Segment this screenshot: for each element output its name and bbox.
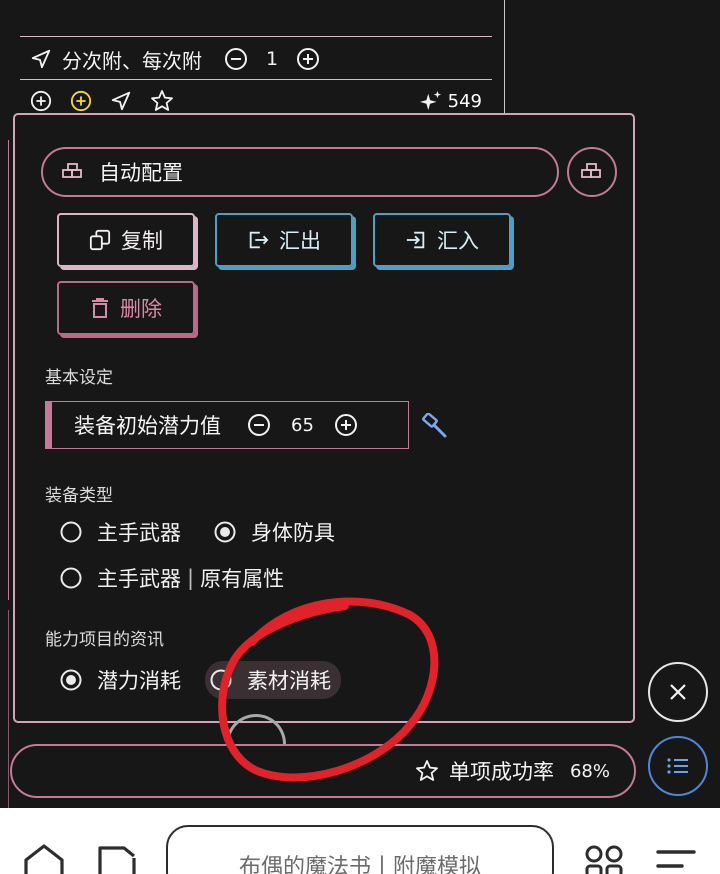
url-text: 布偶的魔法书丨附魔模拟 (238, 855, 481, 874)
grid-icon[interactable] (584, 844, 624, 874)
radio-unchecked-icon (59, 566, 83, 590)
close-icon (668, 682, 688, 702)
toolbar-row: 549 (30, 88, 482, 114)
minus-circle-icon[interactable] (224, 47, 248, 71)
radio-label: 主手武器 (97, 567, 181, 591)
star-icon (415, 759, 439, 783)
equip-type-row: 主手武器 身体防具 (59, 517, 335, 547)
copy-label: 复制 (121, 229, 163, 253)
preset-button[interactable] (567, 147, 617, 197)
basic-settings-title: 基本设定 (45, 368, 113, 388)
browser-toolbar: 布偶的魔法书丨附魔模拟 (0, 808, 720, 874)
radio-material-cost[interactable]: 素材消耗 (205, 661, 341, 699)
star-icon[interactable] (150, 89, 174, 113)
import-button[interactable]: 汇入 (373, 213, 511, 267)
minus-circle-icon[interactable] (247, 413, 271, 437)
initial-potential-value: 65 (291, 414, 314, 436)
divider (20, 79, 492, 80)
list-icon (666, 756, 690, 776)
radio-label: 素材消耗 (247, 669, 331, 693)
send-icon (30, 48, 52, 70)
sparkle-count-value: 549 (447, 90, 482, 112)
radio-potential-cost[interactable]: 潜力消耗 (59, 665, 181, 695)
url-bar[interactable]: 布偶的魔法书丨附魔模拟 (166, 825, 554, 874)
send-icon[interactable] (110, 90, 132, 112)
import-icon (405, 229, 427, 251)
plus-circle-icon[interactable] (296, 47, 320, 71)
plus-circle-icon[interactable] (30, 90, 52, 112)
close-button[interactable] (648, 662, 708, 722)
success-rate-value: 68% (569, 760, 610, 782)
copy-button[interactable]: 复制 (57, 213, 195, 267)
import-label: 汇入 (437, 229, 479, 253)
home-icon[interactable] (22, 844, 66, 874)
radio-checked-icon (59, 668, 83, 692)
equip-type-row: 主手武器 | 原有属性 (59, 563, 284, 593)
copy-icon (89, 229, 111, 251)
plus-circle-yellow-icon[interactable] (70, 90, 92, 112)
step-mode-label: 分次附、每次附 (62, 48, 202, 73)
export-icon (247, 229, 269, 251)
success-rate-bar: 单项成功率 68% (10, 744, 636, 798)
plus-circle-icon[interactable] (334, 413, 358, 437)
sparkle-count: 549 (419, 90, 482, 112)
radio-main-weapon[interactable]: 主手武器 (59, 517, 181, 547)
background-panel: 分次附、每次附 1 549 (0, 0, 505, 120)
initial-potential-label: 装备初始潜力值 (74, 414, 221, 438)
ability-info-title: 能力项目的资讯 (45, 630, 164, 650)
preset-label: 自动配置 (99, 161, 183, 185)
separator: | (187, 566, 195, 590)
radio-checked-icon (213, 520, 237, 544)
radio-unchecked-icon (209, 668, 233, 692)
radio-label: 主手武器 (97, 521, 181, 545)
auto-config-popup: 自动配置 复制 汇出 汇入 删除 基本设定 装备初始潜力值 65 装备类型 主手… (13, 113, 635, 723)
preset-icon (61, 162, 85, 182)
background-edge (8, 140, 9, 600)
radio-label: 潜力消耗 (97, 669, 181, 693)
radio-main-weapon-original[interactable]: 主手武器 | 原有属性 (59, 563, 284, 593)
list-button[interactable] (648, 736, 708, 796)
radio-label: 身体防具 (251, 521, 335, 545)
preset-select[interactable]: 自动配置 (41, 147, 559, 197)
radio-unchecked-icon (59, 520, 83, 544)
tabs-icon[interactable] (96, 844, 140, 874)
initial-potential-field: 装备初始潜力值 65 (45, 401, 409, 449)
preset-icon (580, 162, 604, 182)
export-button[interactable]: 汇出 (215, 213, 353, 267)
hammer-icon[interactable] (421, 413, 449, 439)
success-rate-label: 单项成功率 (448, 760, 554, 784)
divider (20, 36, 492, 37)
background-edge (8, 610, 9, 810)
delete-button[interactable]: 删除 (57, 281, 195, 335)
export-label: 汇出 (279, 229, 321, 253)
step-count: 1 (266, 48, 279, 70)
trash-icon (90, 297, 110, 319)
equip-type-title: 装备类型 (45, 486, 113, 506)
delete-label: 删除 (120, 297, 162, 321)
menu-icon[interactable] (656, 848, 696, 874)
step-mode-row: 分次附、每次附 1 (30, 44, 320, 74)
radio-body-armor[interactable]: 身体防具 (213, 517, 335, 547)
ability-info-row: 潜力消耗 素材消耗 (59, 661, 341, 699)
radio-label-suffix: 原有属性 (200, 567, 285, 591)
sparkle-icon (419, 90, 441, 111)
